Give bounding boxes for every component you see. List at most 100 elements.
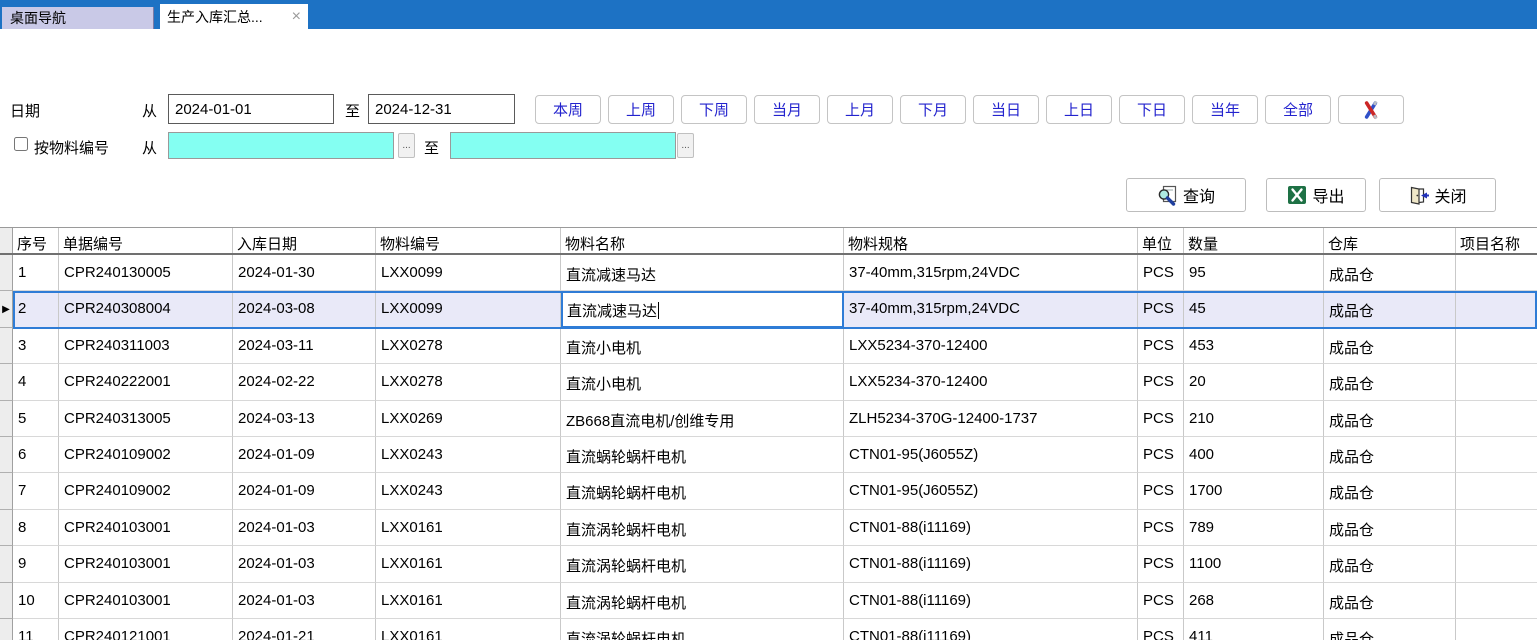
range-button[interactable]: 下周 bbox=[681, 95, 747, 124]
table-cell[interactable]: LXX0099 bbox=[376, 255, 561, 291]
table-cell[interactable]: 直流蜗轮蜗杆电机 bbox=[561, 437, 844, 473]
table-cell[interactable]: 7 bbox=[13, 473, 59, 509]
table-cell[interactable]: ZLH5234-370G-12400-1737 bbox=[844, 401, 1138, 437]
table-row[interactable]: 8CPR2401030012024-01-03LXX0161直流涡轮蜗杆电机CT… bbox=[0, 510, 1537, 546]
table-cell[interactable]: 直流涡轮蜗杆电机 bbox=[561, 583, 844, 619]
table-cell[interactable]: 1100 bbox=[1184, 546, 1324, 582]
table-cell[interactable]: 453 bbox=[1184, 328, 1324, 364]
table-cell[interactable]: 成品仓 bbox=[1324, 437, 1456, 473]
column-header[interactable]: 物料规格 bbox=[844, 228, 1138, 253]
table-cell[interactable]: CTN01-95(J6055Z) bbox=[844, 437, 1138, 473]
table-cell[interactable]: CPR240222001 bbox=[59, 364, 233, 400]
row-indicator[interactable] bbox=[0, 328, 13, 364]
table-cell[interactable]: 10 bbox=[13, 583, 59, 619]
table-cell[interactable]: 1 bbox=[13, 255, 59, 291]
table-cell[interactable]: 成品仓 bbox=[1324, 473, 1456, 509]
table-cell[interactable]: 2024-01-09 bbox=[233, 473, 376, 509]
table-cell[interactable] bbox=[1456, 583, 1537, 619]
table-cell[interactable]: CPR240103001 bbox=[59, 546, 233, 582]
material-to-input[interactable] bbox=[450, 132, 676, 159]
table-cell[interactable]: CPR240130005 bbox=[59, 255, 233, 291]
table-cell[interactable] bbox=[1456, 510, 1537, 546]
range-button[interactable]: 上月 bbox=[827, 95, 893, 124]
table-cell[interactable]: CTN01-88(i11169) bbox=[844, 510, 1138, 546]
table-cell[interactable]: 直流减速马达 bbox=[561, 255, 844, 291]
table-cell[interactable]: 成品仓 bbox=[1324, 328, 1456, 364]
table-cell[interactable]: 20 bbox=[1184, 364, 1324, 400]
range-button[interactable]: 当年 bbox=[1192, 95, 1258, 124]
table-cell[interactable]: CPR240109002 bbox=[59, 437, 233, 473]
table-cell[interactable]: 411 bbox=[1184, 619, 1324, 640]
row-indicator[interactable] bbox=[0, 619, 13, 640]
table-cell[interactable]: CTN01-88(i11169) bbox=[844, 546, 1138, 582]
table-cell[interactable]: 成品仓 bbox=[1324, 291, 1456, 327]
table-cell[interactable]: 400 bbox=[1184, 437, 1324, 473]
table-cell[interactable]: 直流涡轮蜗杆电机 bbox=[561, 510, 844, 546]
table-cell[interactable] bbox=[1456, 401, 1537, 437]
row-indicator[interactable] bbox=[0, 437, 13, 473]
table-cell[interactable]: 2024-01-30 bbox=[233, 255, 376, 291]
table-cell[interactable]: 2024-01-03 bbox=[233, 583, 376, 619]
table-cell[interactable]: 2024-03-13 bbox=[233, 401, 376, 437]
table-cell[interactable]: 成品仓 bbox=[1324, 255, 1456, 291]
column-header[interactable]: 单据编号 bbox=[59, 228, 233, 253]
column-header[interactable]: 序号 bbox=[13, 228, 59, 253]
row-indicator[interactable] bbox=[0, 255, 13, 291]
table-cell[interactable]: 直流涡轮蜗杆电机 bbox=[561, 546, 844, 582]
table-row[interactable]: 3CPR2403110032024-03-11LXX0278直流小电机LXX52… bbox=[0, 328, 1537, 364]
range-button[interactable]: 全部 bbox=[1265, 95, 1331, 124]
table-cell[interactable]: LXX0278 bbox=[376, 328, 561, 364]
table-cell[interactable]: PCS bbox=[1138, 437, 1184, 473]
table-cell[interactable]: 37-40mm,315rpm,24VDC bbox=[844, 255, 1138, 291]
table-cell[interactable]: 2024-01-03 bbox=[233, 546, 376, 582]
table-row[interactable]: 6CPR2401090022024-01-09LXX0243直流蜗轮蜗杆电机CT… bbox=[0, 437, 1537, 473]
material-from-lookup-button[interactable]: ... bbox=[398, 133, 415, 158]
table-cell[interactable]: 成品仓 bbox=[1324, 510, 1456, 546]
table-cell[interactable]: LXX0161 bbox=[376, 619, 561, 640]
table-cell[interactable]: LXX5234-370-12400 bbox=[844, 364, 1138, 400]
table-cell[interactable] bbox=[1456, 619, 1537, 640]
table-cell[interactable]: 成品仓 bbox=[1324, 583, 1456, 619]
table-cell[interactable]: 37-40mm,315rpm,24VDC bbox=[844, 291, 1138, 327]
column-header[interactable]: 入库日期 bbox=[233, 228, 376, 253]
range-button[interactable]: 下日 bbox=[1119, 95, 1185, 124]
table-cell[interactable]: LXX0269 bbox=[376, 401, 561, 437]
row-indicator[interactable] bbox=[0, 473, 13, 509]
export-button[interactable]: 导出 bbox=[1266, 178, 1366, 212]
row-indicator[interactable] bbox=[0, 510, 13, 546]
table-cell[interactable]: 成品仓 bbox=[1324, 619, 1456, 640]
table-cell[interactable]: 直流小电机 bbox=[561, 364, 844, 400]
table-cell[interactable]: PCS bbox=[1138, 583, 1184, 619]
table-row[interactable]: 9CPR2401030012024-01-03LXX0161直流涡轮蜗杆电机CT… bbox=[0, 546, 1537, 582]
row-indicator[interactable] bbox=[0, 546, 13, 582]
table-cell[interactable]: 成品仓 bbox=[1324, 401, 1456, 437]
column-header[interactable]: 仓库 bbox=[1324, 228, 1456, 253]
column-header[interactable]: 项目名称 bbox=[1456, 228, 1537, 253]
table-row[interactable]: 1CPR2401300052024-01-30LXX0099直流减速马达37-4… bbox=[0, 255, 1537, 291]
table-cell[interactable]: 直流蜗轮蜗杆电机 bbox=[561, 473, 844, 509]
table-cell[interactable] bbox=[1456, 291, 1537, 327]
table-cell[interactable]: 5 bbox=[13, 401, 59, 437]
table-cell[interactable]: 11 bbox=[13, 619, 59, 640]
date-to-input[interactable] bbox=[368, 94, 515, 124]
column-header[interactable]: 物料名称 bbox=[561, 228, 844, 253]
table-cell[interactable]: 210 bbox=[1184, 401, 1324, 437]
tab-production-inbound-summary[interactable]: 生产入库汇总... × bbox=[160, 4, 308, 29]
table-cell[interactable]: 2024-01-21 bbox=[233, 619, 376, 640]
table-cell[interactable]: CPR240103001 bbox=[59, 583, 233, 619]
table-row[interactable]: 10CPR2401030012024-01-03LXX0161直流涡轮蜗杆电机C… bbox=[0, 583, 1537, 619]
table-cell[interactable]: PCS bbox=[1138, 546, 1184, 582]
table-cell[interactable]: LXX0243 bbox=[376, 437, 561, 473]
range-button[interactable]: 上日 bbox=[1046, 95, 1112, 124]
range-button[interactable]: 上周 bbox=[608, 95, 674, 124]
table-cell[interactable]: 6 bbox=[13, 437, 59, 473]
material-from-input[interactable] bbox=[168, 132, 394, 159]
table-cell[interactable]: 成品仓 bbox=[1324, 546, 1456, 582]
table-cell[interactable]: CTN01-88(i11169) bbox=[844, 619, 1138, 640]
editing-cell[interactable]: 直流减速马达 bbox=[561, 291, 844, 327]
tools-button[interactable] bbox=[1338, 95, 1404, 124]
table-cell[interactable]: LXX0099 bbox=[376, 291, 561, 327]
table-cell[interactable]: 直流小电机 bbox=[561, 328, 844, 364]
table-cell[interactable]: LXX0161 bbox=[376, 546, 561, 582]
table-cell[interactable]: LXX0161 bbox=[376, 583, 561, 619]
